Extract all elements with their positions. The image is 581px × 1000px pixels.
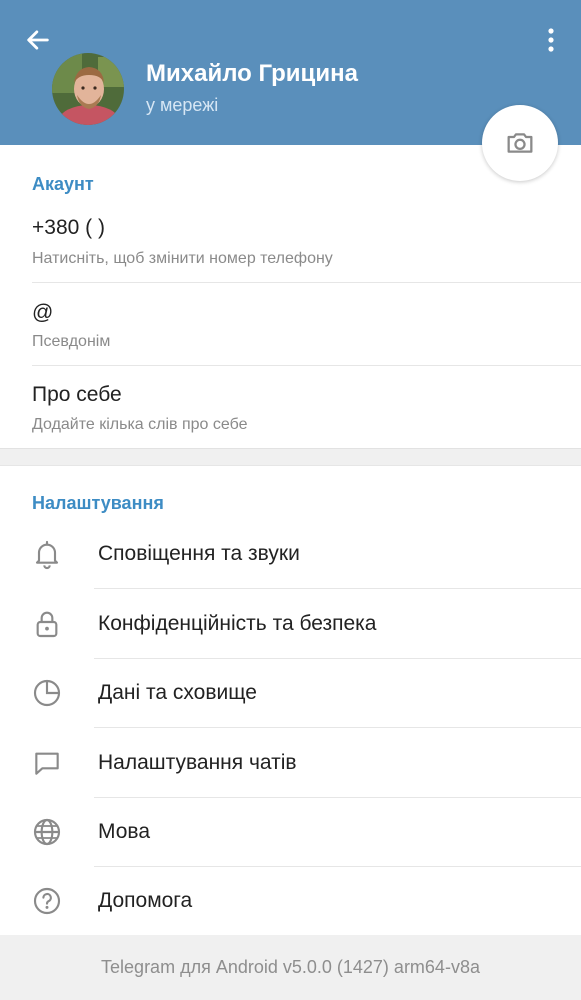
settings-item-help[interactable]: Допомога [0,866,581,935]
globe-icon [30,815,64,849]
version-footer: Telegram для Android v5.0.0 (1427) arm64… [0,935,581,1000]
online-status: у мережі [146,95,219,115]
settings-item-label: Конфіденційність та безпека [98,611,377,635]
avatar-photo [52,53,124,125]
app-version: Telegram для Android v5.0.0 (1427) arm64… [101,957,480,977]
pie-chart-icon [30,676,64,710]
phone-number-hint: Натисніть, щоб змінити номер телефону [32,250,333,267]
username-hint: Псевдонім [32,333,111,350]
bio-hint: Додайте кілька слів про себе [32,416,248,433]
username: @ [32,301,54,324]
settings-item-label: Мова [98,819,151,843]
settings-item-label: Налаштування чатів [98,750,297,774]
section-separator [0,448,581,466]
settings-item-notifications[interactable]: Сповіщення та звуки [0,519,581,588]
settings-item-language[interactable]: Мова [0,797,581,866]
username-item[interactable]: @ Псевдонім [0,283,581,366]
chat-bubble-icon [30,746,64,780]
phone-number: +380 ( ) [32,216,105,239]
settings-item-chat-settings[interactable]: Налаштування чатів [0,728,581,797]
profile-name: Михайло Грицина [146,60,358,87]
bio: Про себе [32,383,122,406]
settings-item-data-storage[interactable]: Дані та сховище [0,658,581,727]
account-section-title: Акаунт [32,174,94,194]
set-photo-button[interactable] [482,105,558,181]
settings-section-title: Налаштування [32,493,164,513]
settings-item-label: Дані та сховище [98,680,257,704]
settings-item-label: Допомога [98,888,193,912]
bell-icon [30,537,64,571]
lock-icon [30,607,64,641]
more-options-button[interactable] [537,20,565,60]
phone-number-item[interactable]: +380 ( ) Натисніть, щоб змінити номер те… [0,200,581,283]
settings-item-label: Сповіщення та звуки [98,541,300,565]
question-icon [30,884,64,918]
bio-item[interactable]: Про себе Додайте кілька слів про себе [0,366,581,448]
more-vertical-icon [548,28,554,52]
arrow-left-icon [27,30,49,50]
camera-icon [507,133,533,153]
settings-item-privacy[interactable]: Конфіденційність та безпека [0,589,581,658]
avatar[interactable] [52,53,124,125]
back-button[interactable] [18,20,58,60]
